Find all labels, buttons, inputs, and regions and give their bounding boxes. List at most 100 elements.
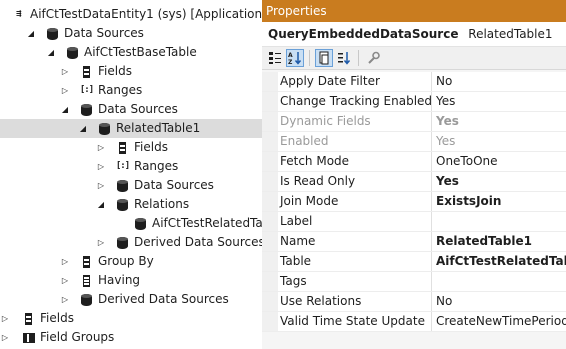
property-row[interactable]: Valid Time State Update CreateNewTimePeri… (262, 312, 566, 332)
tree-item[interactable]: ▷ Group By (0, 252, 262, 271)
tree-item[interactable]: ◢ RelatedTable1 (0, 119, 262, 138)
tree-item-label: AifCtTestRelatedTable1 (152, 216, 262, 230)
property-value[interactable]: CreateNewTimePeriod (432, 312, 566, 331)
fields-icon (80, 65, 93, 78)
tree-item[interactable]: ▷ Derived Data Sources (0, 290, 262, 309)
property-gutter (262, 292, 278, 311)
datasource-icon (46, 27, 59, 40)
tree-item[interactable]: ▷ Fields (0, 309, 262, 328)
property-gutter (262, 172, 278, 191)
datasource-icon (134, 217, 147, 230)
property-value[interactable]: Yes (432, 172, 459, 191)
toolbar-separator (309, 50, 310, 66)
property-row[interactable]: Fetch Mode OneToOne (262, 152, 566, 172)
tree-item-label: Relations (134, 197, 190, 211)
tree-item[interactable]: ▷ Having (0, 271, 262, 290)
tree-item-label: Data Sources (134, 178, 214, 192)
tree-item[interactable]: ▷ [:] Ranges (0, 81, 262, 100)
property-row[interactable]: Use Relations No (262, 292, 566, 312)
categorized-icon[interactable] (266, 49, 284, 67)
tree-item[interactable]: ▷ Field Groups (0, 328, 262, 347)
tree-item[interactable]: ◢ AifCtTestBaseTable (0, 43, 262, 62)
object-selector[interactable]: QueryEmbeddedDataSource RelatedTable1 (262, 22, 566, 46)
tree-item[interactable]: ▷ [:] Ranges (0, 157, 262, 176)
tree-item-label: Group By (98, 254, 154, 268)
datasource-icon (116, 236, 129, 249)
tree-item-label: Fields (40, 311, 74, 325)
expanded-arrow-icon[interactable]: ◢ (46, 43, 56, 62)
ranges-icon: [:] (115, 161, 130, 171)
property-name: Fetch Mode (278, 152, 432, 171)
datasource-icon (116, 198, 129, 211)
property-value[interactable]: OneToOne (432, 152, 498, 171)
property-value: Yes (436, 114, 459, 128)
expanded-arrow-icon[interactable]: ◢ (78, 119, 88, 138)
tree-item-label: Derived Data Sources (98, 292, 229, 306)
property-value[interactable]: No (432, 292, 452, 311)
property-row[interactable]: Name RelatedTable1 (262, 232, 566, 252)
property-name: Table (278, 252, 432, 271)
tree-item[interactable]: ◢ Relations (0, 195, 262, 214)
tree-item[interactable]: ⇶ AifCtTestDataEntity1 (sys) [Application… (0, 5, 262, 24)
collapsed-arrow-icon[interactable]: ▷ (96, 233, 106, 252)
property-value[interactable]: ExistsJoin (432, 192, 501, 211)
property-row[interactable]: Dynamic Fields Yes (262, 112, 566, 132)
object-name: RelatedTable1 (468, 27, 553, 41)
property-name: Name (278, 232, 432, 251)
events-icon[interactable] (335, 49, 353, 67)
property-row[interactable]: Is Read Only Yes (262, 172, 566, 192)
property-row[interactable]: Change Tracking Enabled Yes (262, 92, 566, 112)
toolbar-separator (358, 50, 359, 66)
collapsed-arrow-icon[interactable]: ▷ (96, 138, 106, 157)
property-row[interactable]: Join Mode ExistsJoin (262, 192, 566, 212)
ranges-icon: [:] (79, 85, 94, 95)
collapsed-arrow-icon[interactable]: ▷ (60, 290, 70, 309)
tree-item-label: Data Sources (98, 102, 178, 116)
wrench-icon[interactable] (364, 49, 382, 67)
collapsed-arrow-icon[interactable]: ▷ (60, 271, 70, 290)
property-name: Join Mode (278, 192, 432, 211)
property-value: Yes (436, 134, 456, 148)
expanded-arrow-icon[interactable]: ◢ (26, 24, 36, 43)
property-row[interactable]: Label (262, 212, 566, 232)
collapsed-arrow-icon[interactable]: ▷ (0, 309, 10, 328)
collapsed-arrow-icon[interactable]: ▷ (96, 157, 106, 176)
datasource-icon (80, 103, 93, 116)
collapsed-arrow-icon[interactable]: ▷ (60, 62, 70, 81)
collapsed-arrow-icon[interactable]: ▷ (96, 176, 106, 195)
expanded-arrow-icon[interactable]: ◢ (96, 195, 106, 214)
collapsed-arrow-icon[interactable]: ▷ (0, 328, 10, 347)
property-value[interactable] (432, 212, 436, 231)
datasource-icon (116, 179, 129, 192)
fields-icon (80, 255, 93, 268)
property-row[interactable]: Tags (262, 272, 566, 292)
fieldgroups-icon (22, 331, 35, 344)
tree-item[interactable]: ◢ Data Sources (0, 100, 262, 119)
expanded-arrow-icon[interactable]: ◢ (60, 100, 70, 119)
property-gutter (262, 212, 278, 231)
property-row[interactable]: TableAifCtTestRelatedTable1 (262, 252, 566, 272)
object-type: QueryEmbeddedDataSource (268, 27, 459, 41)
property-value[interactable]: No (432, 72, 452, 91)
alphabetical-icon[interactable]: AZ (286, 49, 304, 67)
tree-item[interactable]: ▷ Derived Data Sources (0, 233, 262, 252)
property-row[interactable]: Apply Date Filter No (262, 72, 566, 92)
collapsed-arrow-icon[interactable]: ▷ (60, 81, 70, 100)
tree-item[interactable]: ◢ Data Sources (0, 24, 262, 43)
property-value[interactable] (432, 272, 436, 291)
property-value[interactable]: AifCtTestRelatedTable1 (432, 252, 566, 271)
property-pages-icon[interactable] (315, 49, 333, 67)
collapsed-arrow-icon[interactable]: ▷ (60, 252, 70, 271)
tree-item[interactable]: ▷ Fields (0, 138, 262, 157)
property-name: Tags (278, 272, 432, 291)
tree-item[interactable]: AifCtTestRelatedTable1 (0, 214, 262, 233)
property-row[interactable]: Enabled Yes (262, 132, 566, 152)
tree-item-label: Fields (134, 140, 168, 154)
property-value[interactable]: Yes (432, 92, 455, 111)
tree-item[interactable]: ▷ Data Sources (0, 176, 262, 195)
property-name: Valid Time State Update (278, 312, 432, 331)
property-value[interactable]: RelatedTable1 (432, 232, 532, 251)
properties-toolbar: AZ (262, 46, 566, 70)
tree-item[interactable]: ▷ Fields (0, 62, 262, 81)
property-name: Use Relations (278, 292, 432, 311)
